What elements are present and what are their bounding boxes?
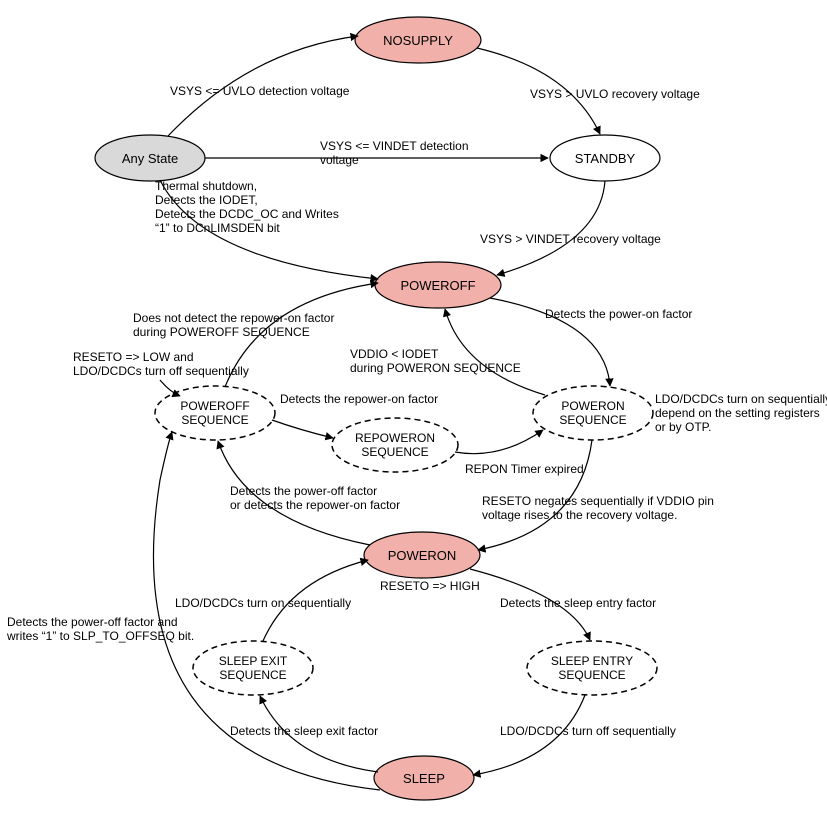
state-sleep-label: SLEEP: [403, 771, 445, 786]
edge-anystate-poweroff-l2: Detects the IODET,: [155, 193, 258, 207]
edge-poweroff-poweron-seq-label: Detects the power-on factor: [545, 307, 692, 321]
edge-poweroff-seq-repoweron-seq: [272, 420, 333, 438]
edge-anystate-poweroff-l3: Detects the DCDC_OC and Writes: [155, 207, 339, 221]
ann-poweron-seq-l2: depend on the setting registers: [655, 406, 820, 420]
edge-nosupply-standby-label: VSYS > UVLO recovery voltage: [530, 87, 700, 101]
edge-poweron-seq-poweron-l2: voltage rises to the recovery voltage.: [482, 508, 677, 522]
ann-poweroff-seq-l1: RESETO => LOW and: [73, 350, 194, 364]
edge-anystate-standby-l1: VSYS <= VINDET detection: [320, 139, 469, 153]
state-sleep-entry-sequence-l2: SEQUENCE: [558, 668, 625, 682]
state-poweron-sequence-l1: POWERON: [561, 399, 624, 413]
edge-poweron-seq-poweron-l1: RESETO negates sequentially if VDDIO pin: [482, 494, 714, 508]
state-poweroff-sequence-l2: SEQUENCE: [181, 413, 248, 427]
edge-repoweron-seq-poweron-seq-label: REPON Timer expired: [465, 462, 584, 476]
ann-poweron-seq-l3: or by OTP.: [655, 420, 711, 434]
ann-poweroff-seq-l2: LDO/DCDCs turn off sequentially: [73, 364, 249, 378]
state-repoweron-sequence-l2: SEQUENCE: [361, 445, 428, 459]
state-sleep-exit-sequence-l2: SEQUENCE: [219, 668, 286, 682]
edge-sleep-entry-seq-sleep-label: LDO/DCDCs turn off sequentially: [500, 724, 676, 738]
state-diagram: Any State NOSUPPLY STANDBY POWEROFF POWE…: [0, 0, 827, 821]
state-poweron-sequence-l2: SEQUENCE: [559, 413, 626, 427]
state-sleep-exit-sequence-l1: SLEEP EXIT: [219, 654, 288, 668]
state-sleep-entry-sequence-l1: SLEEP ENTRY: [551, 654, 633, 668]
edge-anystate-nosupply-label: VSYS <= UVLO detection voltage: [170, 84, 350, 98]
edge-anystate-standby-l2: voltage: [320, 153, 359, 167]
edge-sleep-sleep-exit-seq-label: Detects the sleep exit factor: [230, 724, 378, 738]
edge-anystate-poweroff-l4: “1” to DCnLIMSDEN bit: [155, 221, 280, 235]
state-repoweron-sequence-l1: REPOWERON: [355, 431, 435, 445]
edge-poweroff-seq-repoweron-seq-label: Detects the repower-on factor: [280, 392, 438, 406]
edge-sleep-poweroff-seq-l1: Detects the power-off factor and: [7, 615, 178, 629]
state-nosupply-label: NOSUPPLY: [383, 33, 453, 48]
ann-poweron: RESETO => HIGH: [380, 579, 480, 593]
edge-poweroff-seq-poweroff-l2: during POWEROFF SEQUENCE: [133, 325, 310, 339]
edge-poweron-poweroff-seq-l2: or detects the repower-on factor: [230, 498, 400, 512]
edge-standby-poweroff: [497, 181, 605, 275]
ann-poweroff-seq-arrow: [160, 380, 180, 396]
edge-anystate-poweroff-l1: Thermal shutdown,: [155, 179, 257, 193]
edge-poweroff-seq-poweroff-l1: Does not detect the repower-on factor: [133, 311, 334, 325]
ann-poweron-seq-l1: LDO/DCDCs turn on sequentially: [655, 392, 827, 406]
state-standby-label: STANDBY: [575, 151, 636, 166]
edge-sleep-exit-seq-poweron-label: LDO/DCDCs turn on sequentially: [175, 596, 351, 610]
edge-poweron-seq-poweroff: [445, 309, 545, 395]
edge-poweron-sleep-entry-seq-label: Detects the sleep entry factor: [500, 596, 656, 610]
edge-poweron-seq-poweroff-l2: during POWERON SEQUENCE: [350, 361, 521, 375]
edge-sleep-poweroff-seq-l2: writes “1” to SLP_TO_OFFSEQ bit.: [6, 629, 194, 643]
state-poweroff-sequence-l1: POWEROFF: [180, 399, 249, 413]
state-poweroff-label: POWEROFF: [400, 278, 475, 293]
state-anystate-label: Any State: [122, 151, 178, 166]
state-poweron-label: POWERON: [388, 548, 457, 563]
edge-poweron-seq-poweroff-l1: VDDIO < IODET: [350, 347, 439, 361]
edge-standby-poweroff-label: VSYS > VINDET recovery voltage: [480, 232, 661, 246]
edge-poweron-poweroff-seq-l1: Detects the power-off factor: [230, 484, 377, 498]
edge-repoweron-seq-poweron-seq: [455, 430, 543, 454]
